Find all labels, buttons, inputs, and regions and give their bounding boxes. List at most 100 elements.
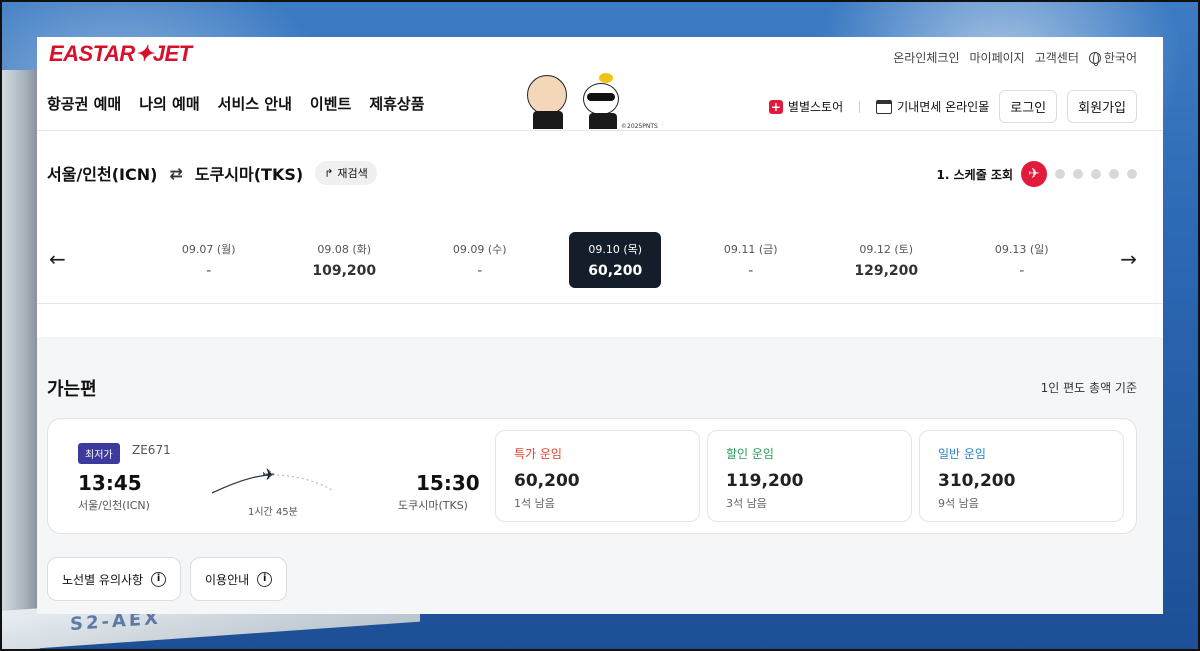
- fare-price: 310,200: [938, 471, 1016, 491]
- link-customer-center[interactable]: 고객센터: [1035, 49, 1079, 66]
- flight-path-arc: ✈: [211, 467, 335, 494]
- step-dot: [1127, 169, 1137, 179]
- fare-name: 할인 운임: [726, 447, 774, 461]
- booking-progress: 1. 스케줄 조회 ✈: [937, 161, 1137, 187]
- fare-seats: 1석 남음: [514, 497, 555, 510]
- fare-basis-note: 1인 편도 총액 기준: [1040, 381, 1137, 395]
- nav-item-partners[interactable]: 제휴상품: [369, 93, 424, 114]
- duty-free-link[interactable]: 기내면세 온라인몰: [876, 98, 989, 115]
- nav-item-services[interactable]: 서비스 안내: [218, 93, 292, 114]
- signup-button[interactable]: 회원가입: [1067, 90, 1137, 123]
- date-label: 09.11 (금): [723, 243, 778, 256]
- date-label: 09.12 (토): [859, 243, 914, 256]
- swap-arrows-icon: ⇄: [169, 163, 183, 183]
- fare-name: 일반 운임: [938, 447, 986, 461]
- fare-seats: 3석 남음: [726, 497, 767, 510]
- promo-copyright: ©2025PNTS: [621, 123, 658, 130]
- date-label: 09.09 (수): [452, 243, 507, 256]
- nav-item-my-booking[interactable]: 나의 예매: [139, 93, 199, 114]
- origin-label: 서울/인천(ICN): [47, 165, 158, 184]
- fare-option-regular[interactable]: 일반 운임 310,200 9석 남음: [919, 430, 1124, 522]
- fare-price: 119,200: [726, 471, 804, 491]
- date-label: 09.10 (목): [588, 243, 643, 256]
- fare-seats: 9석 남음: [938, 497, 979, 510]
- date-option[interactable]: 09.07 (월) -: [141, 232, 277, 288]
- route-notice-label: 노선별 유의사항: [62, 572, 144, 587]
- date-price: -: [206, 263, 212, 279]
- date-price: 60,200: [588, 263, 643, 279]
- date-price: -: [748, 263, 754, 279]
- research-label: 재검색: [337, 167, 368, 180]
- refresh-arrow-icon: ↱: [324, 166, 334, 180]
- step-label: 1. 스케줄 조회: [936, 167, 1013, 182]
- utility-links: 온라인체크인 마이페이지 고객센터 한국어: [893, 49, 1137, 66]
- peanuts-promo-image[interactable]: ©2025PNTS: [523, 73, 663, 131]
- date-label: 09.08 (화): [317, 243, 372, 256]
- snoopy-sunglasses: [587, 93, 615, 101]
- usage-guide-button[interactable]: 이용안내 i: [190, 557, 288, 601]
- aircraft-wing: [0, 70, 40, 651]
- eastar-jet-logo[interactable]: EASTAR✦JET: [49, 41, 192, 67]
- info-icon: i: [257, 571, 273, 587]
- date-option[interactable]: 09.12 (토) 129,200: [819, 232, 955, 288]
- date-option[interactable]: 09.09 (수) -: [412, 232, 548, 288]
- prev-week-arrow-icon[interactable]: ←: [49, 247, 66, 271]
- date-price: 109,200: [312, 263, 377, 279]
- arrival-city: 도쿠시마(TKS): [398, 499, 468, 512]
- header-actions: + 별별스토어 기내면세 온라인몰 로그인 회원가입: [768, 90, 1137, 123]
- route-notice-button[interactable]: 노선별 유의사항 i: [47, 557, 182, 601]
- fare-name: 특가 운임: [514, 447, 562, 461]
- airplane-step-icon: ✈: [1021, 161, 1047, 187]
- date-selector: 09.07 (월) - 09.08 (화) 109,200 09.09 (수) …: [141, 232, 1090, 288]
- language-selector[interactable]: 한국어: [1088, 49, 1137, 66]
- date-price: -: [477, 263, 483, 279]
- nav-item-booking[interactable]: 항공권 예매: [47, 93, 121, 114]
- outbound-title: 가는편: [47, 379, 97, 400]
- date-price: 129,200: [854, 263, 919, 279]
- date-option[interactable]: 09.08 (화) 109,200: [277, 232, 413, 288]
- date-price: -: [1019, 263, 1025, 279]
- divider: [859, 100, 861, 113]
- charlie-brown-illustration: [527, 75, 567, 115]
- star-store-label: 별별스토어: [787, 100, 844, 114]
- globe-icon: [1088, 51, 1101, 66]
- header-divider: [37, 130, 1163, 131]
- shop-icon: [876, 99, 893, 114]
- date-option-selected[interactable]: 09.10 (목) 60,200: [569, 232, 662, 288]
- login-button[interactable]: 로그인: [999, 90, 1058, 123]
- date-option[interactable]: 09.11 (금) -: [683, 232, 819, 288]
- step-dot: [1055, 169, 1065, 179]
- link-mypage[interactable]: 마이페이지: [970, 49, 1025, 66]
- duty-free-label: 기내면세 온라인몰: [897, 100, 990, 114]
- nav-item-events[interactable]: 이벤트: [310, 93, 351, 114]
- date-label: 09.07 (월): [181, 243, 236, 256]
- date-strip-divider: [37, 303, 1163, 304]
- step-dot: [1091, 169, 1101, 179]
- info-icon: i: [151, 571, 167, 587]
- arrival-time: 15:30: [416, 471, 480, 495]
- departure-time: 13:45: [78, 471, 142, 495]
- departure-city: 서울/인천(ICN): [78, 499, 150, 512]
- lowest-price-badge: 최저가: [78, 443, 120, 464]
- fare-option-discount[interactable]: 할인 운임 119,200 3석 남음: [707, 430, 912, 522]
- step-dot: [1109, 169, 1119, 179]
- route-summary: 서울/인천(ICN) ⇄ 도쿠시마(TKS) ↱ 재검색: [47, 161, 377, 185]
- fare-price: 60,200: [514, 471, 580, 491]
- step-dot: [1073, 169, 1083, 179]
- date-option[interactable]: 09.13 (일) -: [954, 232, 1090, 288]
- snoopy-body: [589, 113, 617, 129]
- language-label: 한국어: [1103, 51, 1137, 65]
- flight-card: 최저가 ZE671 13:45 서울/인천(ICN) ✈ 1시간 45분 15:…: [47, 418, 1137, 534]
- airplane-icon: ✈: [262, 467, 275, 484]
- star-store-link[interactable]: + 별별스토어: [768, 98, 844, 115]
- flight-duration: 1시간 45분: [248, 507, 298, 518]
- destination-label: 도쿠시마(TKS): [194, 165, 304, 184]
- main-nav: 항공권 예매 나의 예매 서비스 안내 이벤트 제휴상품: [47, 93, 425, 114]
- next-week-arrow-icon[interactable]: →: [1120, 247, 1137, 271]
- link-online-checkin[interactable]: 온라인체크인: [893, 49, 959, 66]
- research-button[interactable]: ↱ 재검색: [315, 161, 377, 185]
- flight-number: ZE671: [132, 443, 171, 457]
- charlie-brown-body: [533, 111, 563, 129]
- woodstock-illustration: [599, 73, 613, 83]
- fare-option-special[interactable]: 특가 운임 60,200 1석 남음: [495, 430, 700, 522]
